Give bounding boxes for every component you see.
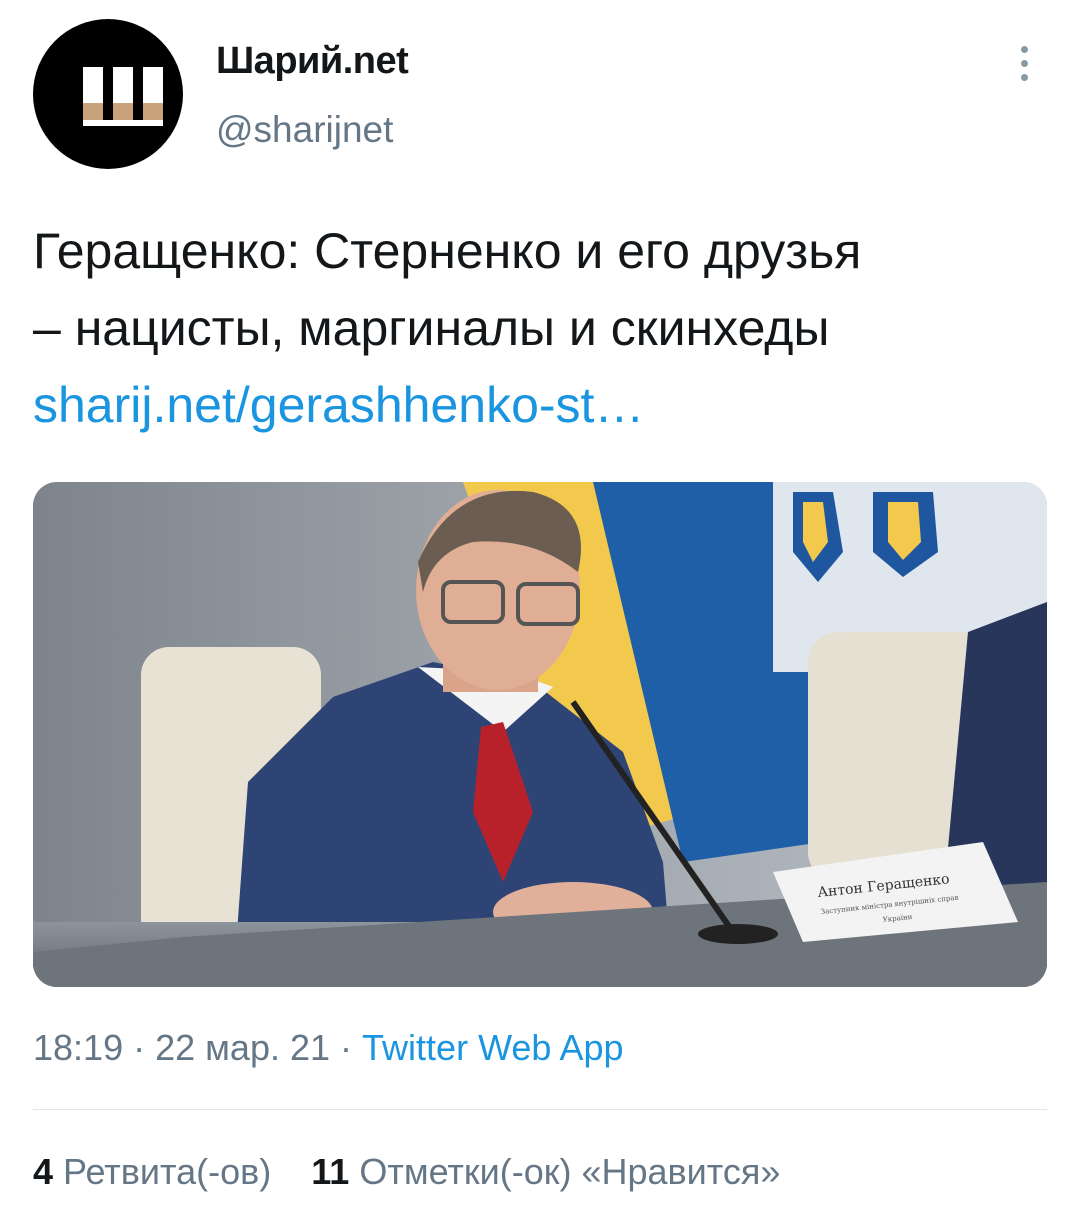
divider <box>33 1109 1047 1110</box>
tweet-text-line: Геращенко: Стерненко и его друзья <box>33 223 862 279</box>
account-handle[interactable]: @sharijnet <box>216 109 393 151</box>
tweet-date[interactable]: 22 мар. 21 <box>155 1027 330 1068</box>
likes-label: Отметки(-ок) «Нравится» <box>359 1151 781 1192</box>
meta-separator: · <box>340 1027 353 1068</box>
tweet-meta: 18:19 · 22 мар. 21 · Twitter Web App <box>33 1027 624 1069</box>
likes-count: 11 <box>311 1151 350 1192</box>
more-options-icon[interactable] <box>1006 40 1042 86</box>
tweet-photo[interactable]: Антон Геращенко Заступник міністра внутр… <box>33 482 1047 987</box>
avatar[interactable] <box>33 19 183 169</box>
tweet-stats: 4 Ретвита(-ов) 11 Отметки(-ок) «Нравится… <box>33 1151 810 1193</box>
logo-bar <box>83 67 103 121</box>
retweets-stat[interactable]: 4 Ретвита(-ов) <box>33 1151 271 1193</box>
logo-bar <box>113 67 133 121</box>
logo-base <box>83 120 163 126</box>
tweet-text: Геращенко: Стерненко и его друзья – наци… <box>33 213 1053 444</box>
display-name[interactable]: Шарий.net <box>216 40 409 83</box>
tweet-link[interactable]: sharij.net/gerashhenko-st… <box>33 367 1053 444</box>
tweet-source[interactable]: Twitter Web App <box>362 1027 623 1068</box>
meta-separator: · <box>133 1027 146 1068</box>
retweets-count: 4 <box>33 1151 54 1192</box>
tweet-text-line: – нацисты, маргиналы и скинхеды <box>33 300 830 356</box>
photo-illustration: Антон Геращенко Заступник міністра внутр… <box>33 482 1047 987</box>
retweets-label: Ретвита(-ов) <box>63 1151 272 1192</box>
likes-stat[interactable]: 11 Отметки(-ок) «Нравится» <box>311 1151 780 1193</box>
tweet-time[interactable]: 18:19 <box>33 1027 123 1068</box>
logo-bar <box>143 67 163 121</box>
